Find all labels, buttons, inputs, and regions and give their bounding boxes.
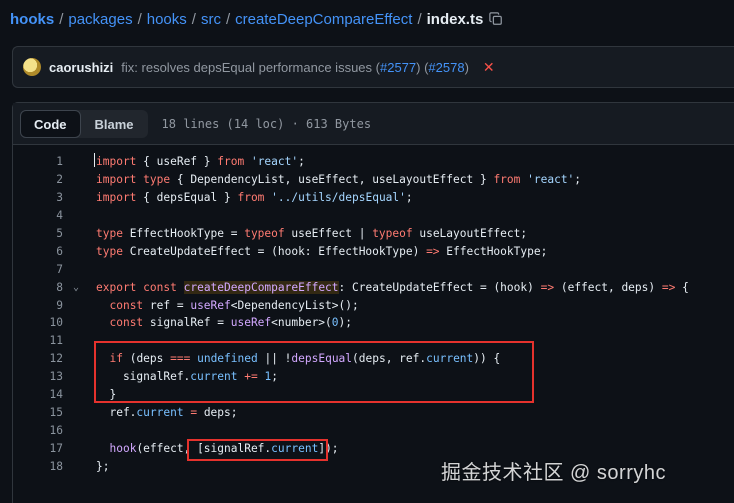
line-number[interactable]: 15 [23, 404, 63, 422]
watermark: 掘金技术社区 @ sorryhc [441, 462, 666, 484]
breadcrumb-src[interactable]: src [201, 11, 221, 28]
code-line: 6 type CreateUpdateEffect = (hook: Effect… [13, 243, 734, 261]
file-panel: Code Blame 18 lines (14 loc) · 613 Bytes… [12, 102, 734, 503]
code-line: 7 [13, 261, 734, 279]
code-line: 8 ⌄ export const createDeepCompareEffect: … [13, 279, 734, 297]
pr-link-2578[interactable]: #2578 [428, 60, 464, 75]
highlight-box-deps-array [187, 439, 328, 461]
line-number[interactable]: 13 [23, 368, 63, 386]
breadcrumb-current-file: index.ts [426, 10, 484, 28]
code-line: 1 import { useRef } from 'react'; [13, 153, 734, 171]
code-view[interactable]: 1 import { useRef } from 'react'; 2 import… [13, 153, 734, 476]
code-line: 5 type EffectHookType = typeof useEffect … [13, 225, 734, 243]
code-line: 9 const ref = useRef<DependencyList>(); [13, 297, 734, 315]
code-line: 10 const signalRef = useRef<number>(0); [13, 314, 734, 332]
commit-message[interactable]: fix: resolves depsEqual performance issu… [121, 60, 469, 75]
commit-author[interactable]: caorushizi [49, 60, 113, 75]
line-number[interactable]: 18 [23, 458, 63, 476]
line-number[interactable]: 4 [23, 207, 63, 225]
code-text: type EffectHookType = typeof useEffect |… [96, 226, 528, 240]
line-number[interactable]: 7 [23, 261, 63, 279]
code-line: 4 [13, 207, 734, 225]
pr-link-2577[interactable]: #2577 [380, 60, 416, 75]
breadcrumb-packages[interactable]: packages [68, 11, 132, 28]
view-toggle: Code Blame [20, 109, 148, 138]
code-line: 3 import { depsEqual } from '../utils/dep… [13, 189, 734, 207]
code-line: 2 import type { DependencyList, useEffect… [13, 171, 734, 189]
text-cursor [94, 153, 95, 167]
line-number[interactable]: 5 [23, 225, 63, 243]
line-number[interactable]: 3 [23, 189, 63, 207]
line-number[interactable]: 6 [23, 243, 63, 261]
code-text: type CreateUpdateEffect = (hook: EffectH… [96, 244, 548, 258]
line-number[interactable]: 10 [23, 314, 63, 332]
code-text: const ref = useRef<DependencyList>(); [109, 298, 359, 312]
line-number[interactable]: 17 [23, 440, 63, 458]
code-text: import { useRef } from 'react'; [96, 155, 305, 168]
chevron-down-icon[interactable]: ⌄ [73, 279, 79, 297]
highlight-box-if-block [94, 341, 534, 403]
breadcrumb-folder[interactable]: createDeepCompareEffect [235, 11, 412, 28]
breadcrumb: hooks / packages / hooks / src / createD… [10, 8, 503, 30]
line-number[interactable]: 9 [23, 297, 63, 315]
latest-commit-bar: caorushizi fix: resolves depsEqual perfo… [12, 46, 734, 88]
x-icon[interactable]: ✕ [483, 59, 495, 76]
code-text: }; [96, 459, 110, 473]
line-number[interactable]: 2 [23, 171, 63, 189]
code-text: import type { DependencyList, useEffect,… [96, 172, 582, 186]
code-text: export const createDeepCompareEffect: Cr… [96, 280, 689, 294]
tab-code[interactable]: Code [20, 109, 81, 138]
code-text: const signalRef = useRef<number>(0); [109, 316, 353, 330]
line-number[interactable]: 1 [23, 153, 63, 171]
file-header: Code Blame 18 lines (14 loc) · 613 Bytes [13, 103, 734, 145]
line-number[interactable]: 14 [23, 386, 63, 404]
breadcrumb-repo[interactable]: hooks [10, 11, 54, 28]
code-text: import { depsEqual } from '../utils/deps… [96, 190, 413, 204]
code-line: 15 ref.current = deps; [13, 404, 734, 422]
line-number[interactable]: 16 [23, 422, 63, 440]
code-line: 16 [13, 422, 734, 440]
code-text: ref.current = deps; [96, 406, 238, 420]
line-number[interactable]: 11 [23, 332, 63, 350]
line-number[interactable]: 12 [23, 350, 63, 368]
file-meta: 18 lines (14 loc) · 613 Bytes [161, 116, 372, 131]
avatar[interactable] [23, 58, 41, 76]
tab-blame[interactable]: Blame [81, 110, 148, 138]
line-number[interactable]: 8 [23, 279, 63, 297]
copy-icon[interactable] [489, 12, 503, 26]
breadcrumb-hooks[interactable]: hooks [147, 11, 187, 28]
